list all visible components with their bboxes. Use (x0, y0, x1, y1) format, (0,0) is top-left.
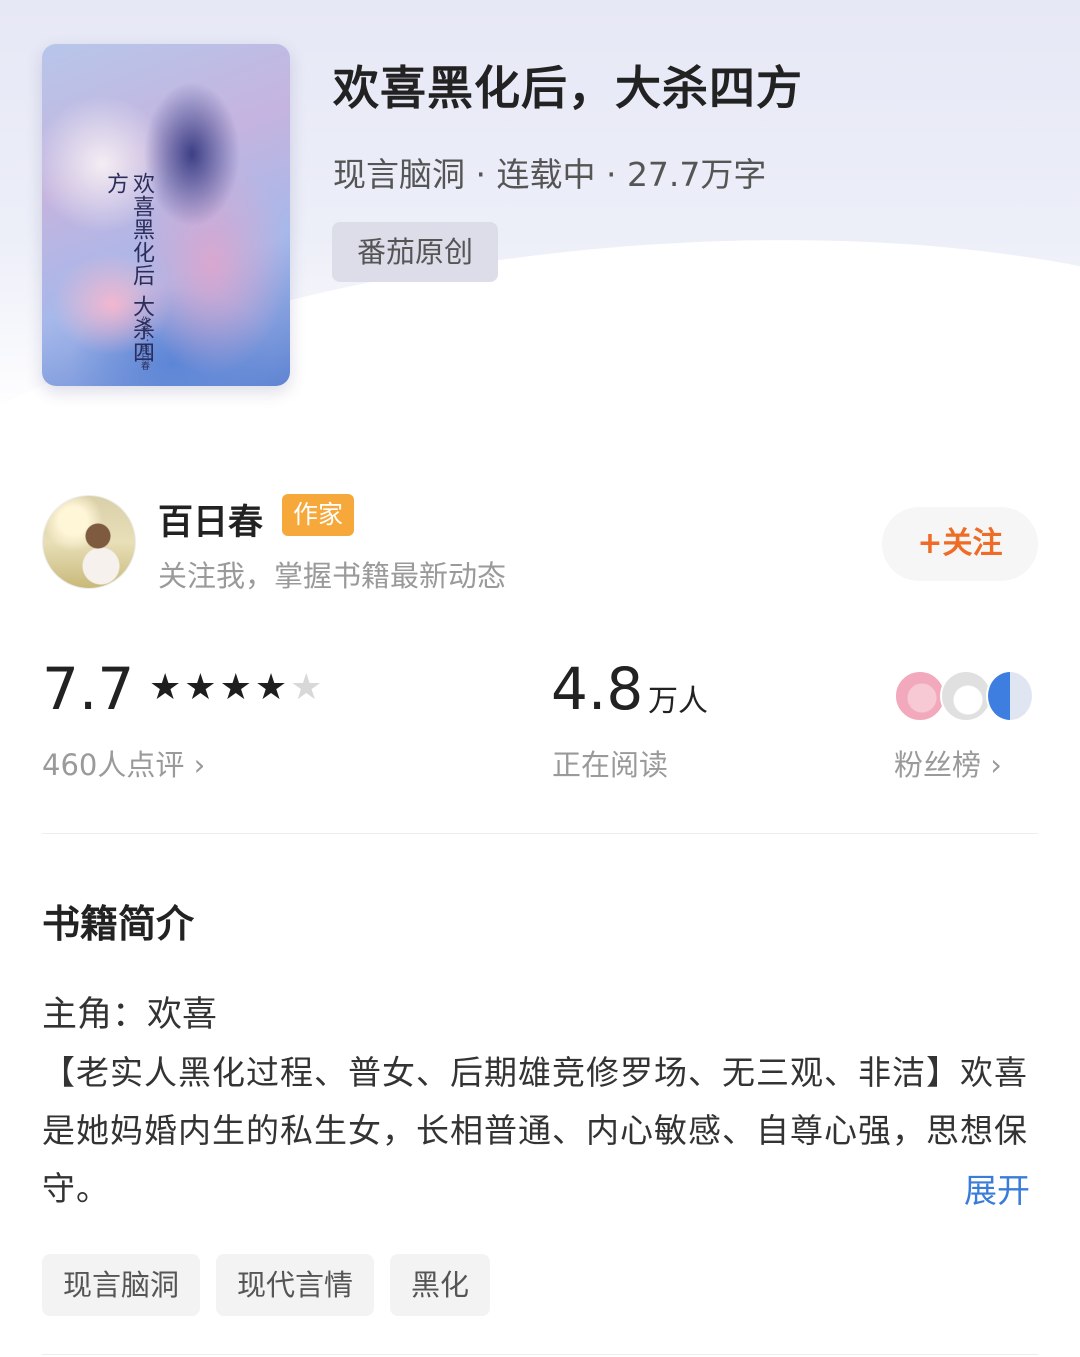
reviews-link[interactable]: 460人点评 › (42, 742, 205, 784)
author-badge: 作家 (282, 494, 354, 536)
fan-avatar (940, 670, 992, 722)
synopsis-text: 【老实人黑化过程、普女、后期雄竞修罗场、无三观、非洁】欢喜是她妈婚内生的私生女，… (42, 1053, 1028, 1208)
tag-chip[interactable]: 黑化 (390, 1254, 491, 1316)
book-title: 欢喜黑化后，大杀四方 (333, 61, 803, 115)
rating-stars: ★ ★ ★ ★ ★ (149, 668, 322, 708)
star-filled-icon: ★ (254, 667, 288, 708)
star-empty-icon: ★ (290, 667, 323, 708)
fans-ranking-link[interactable]: 粉丝榜 › (894, 742, 1002, 784)
expand-button[interactable]: 展开 (964, 1164, 1030, 1212)
fan-avatars[interactable] (894, 670, 1038, 722)
readers-label: 正在阅读 (552, 748, 669, 782)
cover-author: 作者：百日春 (139, 316, 149, 370)
divider (42, 1354, 1038, 1355)
protagonist-line: 主角：欢喜 (42, 995, 218, 1035)
author-avatar[interactable] (42, 495, 136, 589)
author-subtitle: 关注我，掌握书籍最新动态 (158, 559, 507, 593)
readers-value: 4.8 (551, 655, 644, 723)
star-filled-icon: ★ (219, 667, 252, 708)
fan-avatar (986, 670, 1034, 722)
book-cover[interactable]: 欢喜黑化后 大杀四方 作者：百日春 (42, 44, 290, 386)
readers-unit: 万人 (648, 684, 708, 719)
star-filled-icon: ★ (149, 667, 182, 708)
rating-value: 7.7 (42, 655, 135, 723)
source-badge[interactable]: 番茄原创 (332, 222, 498, 282)
tag-chip[interactable]: 现代言情 (216, 1254, 375, 1316)
follow-button[interactable]: +关注 (882, 507, 1038, 581)
tag-chip[interactable]: 现言脑洞 (42, 1254, 201, 1316)
tag-list: 现言脑洞 现代言情 黑化 (42, 1254, 491, 1316)
fan-avatar (894, 670, 946, 722)
author-name[interactable]: 百日春 (158, 494, 263, 545)
star-filled-icon: ★ (184, 667, 217, 708)
divider (42, 833, 1038, 834)
intro-heading: 书籍简介 (42, 902, 195, 946)
book-meta: 现言脑洞 · 连载中 · 27.7万字 (333, 155, 767, 194)
